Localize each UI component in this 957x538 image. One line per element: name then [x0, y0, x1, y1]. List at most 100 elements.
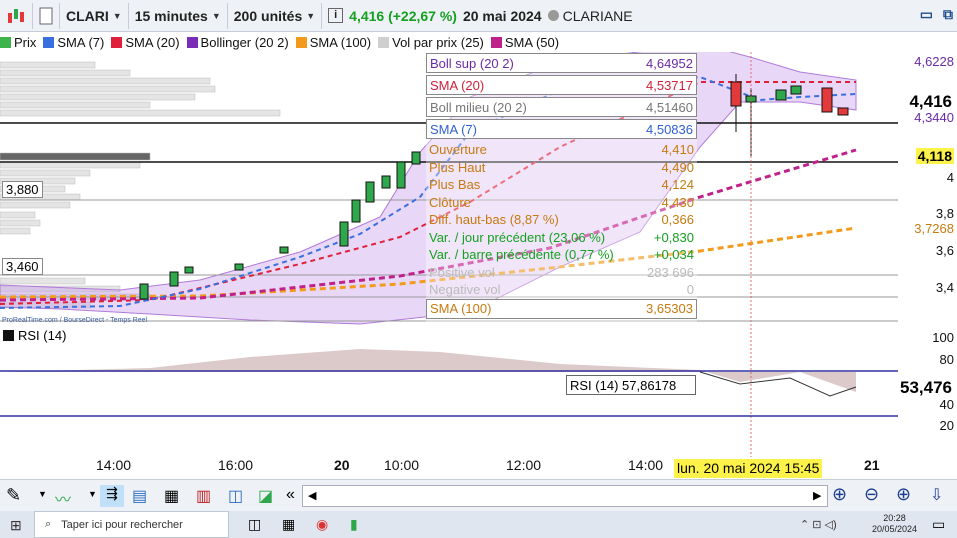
time-tick: 14:00: [96, 457, 132, 473]
compare-icon[interactable]: ◫: [228, 486, 243, 506]
timeframe-selector[interactable]: 15 minutes ▼: [129, 2, 228, 29]
axis-crosshair-price: 4,118: [915, 148, 954, 164]
vol-profile-bar: [0, 69, 131, 77]
info-sma20: SMA (20) 4,53717: [426, 75, 697, 95]
time-tick: 12:00: [506, 457, 542, 473]
axis-last-price: 4,416: [907, 92, 954, 112]
info-sma100: SMA (100) 3,65303: [426, 298, 697, 319]
tray-icons[interactable]: ⌃ ⊡ ◁): [800, 518, 837, 531]
notification-icon[interactable]: ▭: [932, 516, 945, 533]
info-positive-vol: Positive vol 283 696: [429, 264, 694, 280]
chat-icon[interactable]: ▤: [132, 486, 147, 506]
calculator-icon[interactable]: ▦: [282, 516, 295, 533]
windows-taskbar: ⊞ ⌕ Taper ici pour rechercher ◫ ▦ ◉ ▮ ⌃ …: [0, 511, 957, 538]
legend-sma50[interactable]: SMA (50): [490, 35, 559, 50]
candle: [351, 199, 361, 223]
quote-info: i 4,416 (+22,67 %) 20 mai 2024 CLARIANE: [322, 3, 638, 29]
quote-date: 20 mai 2024: [462, 7, 542, 24]
chrome-icon[interactable]: ◉: [316, 516, 328, 533]
vol-profile-bar: [0, 93, 196, 101]
prorealtime-window: CLARI ▼ 15 minutes ▼ 200 unités ▼ i 4,416 (…: [0, 0, 957, 538]
indicators-icon[interactable]: 〰: [55, 486, 71, 510]
info-ouverture: Ouverture 4,410: [429, 142, 694, 158]
level-label-high[interactable]: 3,880: [2, 181, 43, 198]
zoom-out-icon[interactable]: ⊖: [864, 484, 879, 505]
source-credit: ProRealTime.com / BourseDirect - Temps R…: [2, 317, 148, 324]
legend-prix[interactable]: Prix: [0, 35, 36, 50]
indicator-legend: Prix SMA (7) SMA (20) Bollinger (20 2) S…: [0, 33, 900, 52]
bottom-toolbar: ✎ ▼ 〰 ▼ ⇶ ▤ ▦ ▥ ◫ ◪ « ◀ ▶ ⊕ ⊖ ⊕ ⇩: [0, 479, 957, 511]
portfolio-icon[interactable]: ▥: [196, 486, 211, 506]
level-label-low[interactable]: 3,460: [2, 258, 43, 275]
legend-sma100[interactable]: SMA (100): [295, 35, 371, 50]
info-icon[interactable]: i: [328, 8, 344, 23]
rsi-axis-tick: 20: [939, 418, 954, 433]
units-selector[interactable]: 200 unités ▼: [228, 2, 323, 29]
time-tick: 20: [334, 457, 350, 473]
info-var-barre: Var. / barre précédente (0,77 %) +0,034: [429, 247, 694, 263]
chart-type-icon[interactable]: [0, 2, 33, 29]
info-var-jour: Var. / jour précédent (23,06 %) +0,830: [429, 229, 694, 245]
dropdown-icon[interactable]: ▼: [38, 489, 47, 499]
axis-boll-sup: 4,6228: [914, 54, 954, 69]
share-icon[interactable]: ⇶: [100, 485, 124, 507]
candle: [234, 263, 244, 271]
vol-profile-bar: [0, 211, 36, 219]
restore-icon[interactable]: ⧉: [943, 6, 953, 23]
vol-profile-bar: [0, 61, 96, 69]
orders-icon[interactable]: ▦: [164, 486, 179, 506]
status-dot-icon: [547, 10, 559, 21]
zoom-in-icon[interactable]: ⊕: [896, 484, 911, 505]
candle: [279, 246, 289, 254]
legend-vol-par-prix[interactable]: Vol par prix (25): [378, 35, 484, 50]
vol-profile-bar: [0, 277, 86, 285]
legend-bollinger[interactable]: Bollinger (20 2): [186, 35, 289, 50]
info-cloture: Clôture 4,430: [429, 194, 694, 210]
minimize-icon[interactable]: ▭: [920, 6, 933, 23]
prorealtime-app-icon[interactable]: ▮: [350, 516, 358, 533]
time-tick: 10:00: [384, 457, 420, 473]
trend-icon[interactable]: ◪: [258, 486, 273, 506]
task-view-icon[interactable]: ◫: [248, 516, 261, 533]
candle: [837, 107, 849, 116]
candle: [381, 175, 391, 189]
axis-tick: 3,8: [935, 206, 954, 221]
download-icon[interactable]: ⇩: [930, 485, 943, 505]
vol-profile-bar: [0, 152, 151, 161]
horizontal-scrollbar[interactable]: [302, 485, 828, 507]
axis-tick: 3,4: [935, 280, 954, 295]
draw-pencil-icon[interactable]: ✎: [6, 485, 28, 507]
crosshair-info-panel: Boll sup (20 2) 4,64952 SMA (20) 4,53717 B…: [426, 53, 697, 326]
time-tick: 16:00: [218, 457, 254, 473]
vol-profile-bar: [0, 169, 91, 177]
zoom-fit-icon[interactable]: ⊕: [832, 484, 847, 505]
windows-start-icon[interactable]: ⊞: [10, 517, 22, 534]
candle: [139, 283, 149, 300]
candle: [790, 85, 802, 95]
scroll-right-icon[interactable]: ▶: [813, 489, 821, 502]
taskbar-search[interactable]: ⌕ Taper ici pour rechercher: [34, 511, 229, 538]
vol-profile-bar: [0, 161, 141, 169]
axis-sma100-value: 3,7268: [914, 221, 954, 236]
ticker-selector[interactable]: CLARI ▼: [60, 2, 129, 29]
candle: [821, 87, 833, 113]
settings-icon[interactable]: [33, 2, 60, 29]
vol-profile-bar: [0, 227, 31, 235]
chart-toolbar: CLARI ▼ 15 minutes ▼ 200 unités ▼ i 4,416 (…: [0, 0, 957, 32]
company-name: CLARIANE: [562, 7, 633, 24]
legend-sma20[interactable]: SMA (20): [111, 35, 180, 50]
legend-sma7[interactable]: SMA (7): [43, 35, 104, 50]
axis-tick: 4: [946, 170, 954, 185]
scroll-left-fast-icon[interactable]: «: [286, 486, 295, 504]
scroll-left-icon[interactable]: ◀: [308, 489, 316, 502]
dropdown-icon[interactable]: ▼: [88, 489, 97, 499]
candle: [365, 181, 375, 203]
candle: [184, 266, 194, 274]
candle: [730, 81, 742, 107]
system-clock[interactable]: 20:28 20/05/2024: [872, 513, 917, 535]
info-negative-vol: Negative vol 0: [429, 282, 694, 298]
candle: [396, 161, 406, 189]
rsi-axis-tick: 40: [939, 397, 954, 412]
info-plus-haut: Plus Haut 4,490: [429, 159, 694, 175]
vol-profile-bar: [0, 219, 41, 227]
